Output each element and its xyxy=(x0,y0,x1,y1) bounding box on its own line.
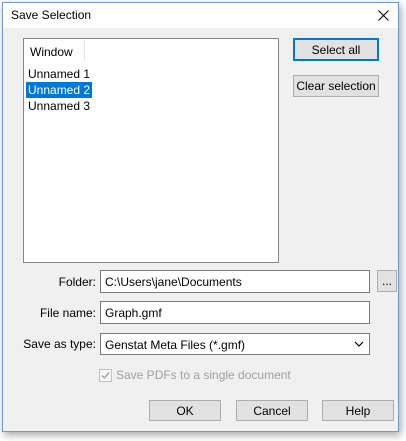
ok-button[interactable]: OK xyxy=(149,400,221,421)
browse-folder-button[interactable]: ... xyxy=(377,270,397,292)
save-selection-dialog: Save Selection Window Unnamed 1 Unnamed … xyxy=(2,2,399,432)
dialog-title: Save Selection xyxy=(11,8,92,22)
folder-input[interactable] xyxy=(100,270,370,293)
window-listbox[interactable]: Window Unnamed 1 Unnamed 2 Unnamed 3 xyxy=(23,38,279,263)
chevron-down-icon xyxy=(354,341,364,347)
help-button[interactable]: Help xyxy=(322,400,394,421)
clear-selection-button[interactable]: Clear selection xyxy=(293,75,379,97)
title-bar: Save Selection xyxy=(3,3,398,28)
single-pdf-checkbox[interactable] xyxy=(99,368,112,382)
single-pdf-option: Save PDFs to a single document xyxy=(99,368,291,382)
cancel-button[interactable]: Cancel xyxy=(236,400,308,421)
checkmark-icon xyxy=(101,371,110,379)
list-item-selected[interactable]: Unnamed 2 xyxy=(26,82,93,98)
close-icon xyxy=(377,10,389,21)
dialog-body: Window Unnamed 1 Unnamed 2 Unnamed 3 Sel… xyxy=(3,28,398,431)
save-as-type-select[interactable]: Genstat Meta Files (*.gmf) xyxy=(100,333,370,355)
list-column-header-label: Window xyxy=(30,45,73,59)
save-as-type-value: Genstat Meta Files (*.gmf) xyxy=(105,338,246,352)
file-name-input[interactable] xyxy=(100,301,370,324)
list-item[interactable]: Unnamed 1 xyxy=(26,66,92,82)
folder-label: Folder: xyxy=(58,275,96,289)
select-all-button[interactable]: Select all xyxy=(293,38,379,61)
close-button[interactable] xyxy=(368,3,398,28)
list-items: Unnamed 1 Unnamed 2 Unnamed 3 xyxy=(26,66,93,114)
list-column-header[interactable]: Window xyxy=(25,40,85,61)
list-item[interactable]: Unnamed 3 xyxy=(26,98,92,114)
file-name-label: File name: xyxy=(39,306,96,320)
save-as-type-label: Save as type: xyxy=(23,337,96,351)
single-pdf-label: Save PDFs to a single document xyxy=(116,368,291,382)
